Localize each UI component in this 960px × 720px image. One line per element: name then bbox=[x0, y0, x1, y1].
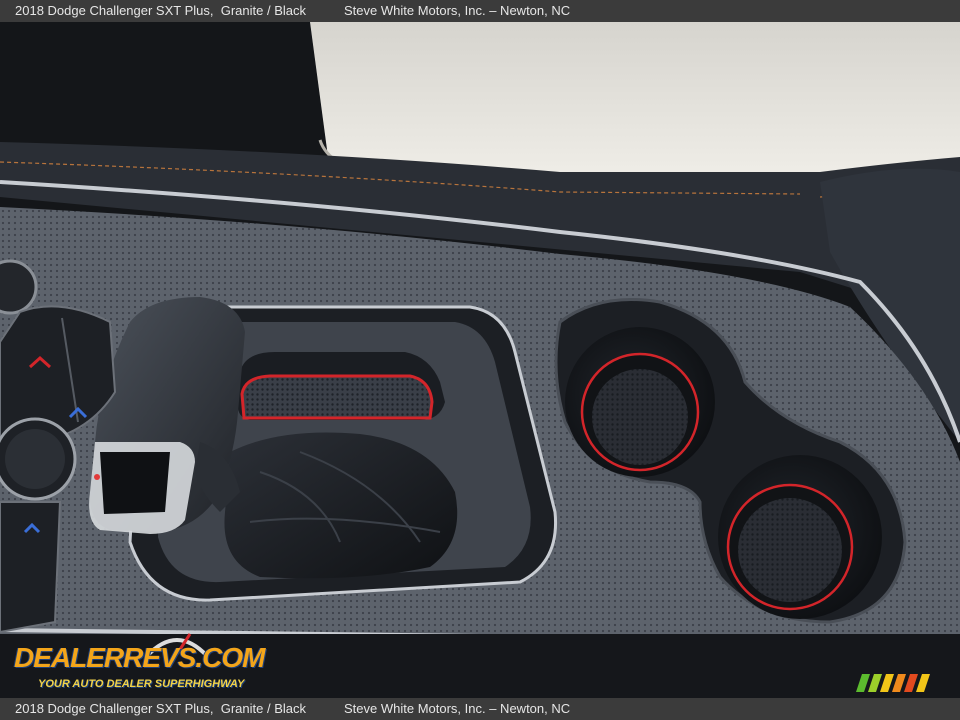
photo-center-console bbox=[0, 22, 960, 698]
climate-knob-top bbox=[0, 259, 38, 315]
watermark-brand: DEALERREVS.COM bbox=[14, 642, 265, 673]
footer-caption-bar: 2018 Dodge Challenger SXT Plus, Granite … bbox=[0, 698, 960, 720]
seat-cushion bbox=[310, 22, 960, 182]
lower-switch-panel bbox=[0, 501, 62, 634]
color-stripes-logo bbox=[856, 674, 930, 692]
dealer-caption: Steve White Motors, Inc. – Newton, NC bbox=[344, 701, 571, 716]
dealerrevs-watermark: DEALERREVS.COM YOUR AUTO DEALER SUPERHIG… bbox=[12, 628, 272, 698]
vehicle-caption: 2018 Dodge Challenger SXT Plus, Granite … bbox=[15, 3, 306, 18]
header-caption-bar: 2018 Dodge Challenger SXT Plus, Granite … bbox=[0, 0, 960, 22]
vehicle-caption: 2018 Dodge Challenger SXT Plus, Granite … bbox=[15, 701, 306, 716]
watermark-tagline: YOUR AUTO DEALER SUPERHIGHWAY bbox=[38, 678, 245, 690]
dealer-caption: Steve White Motors, Inc. – Newton, NC bbox=[344, 3, 571, 18]
